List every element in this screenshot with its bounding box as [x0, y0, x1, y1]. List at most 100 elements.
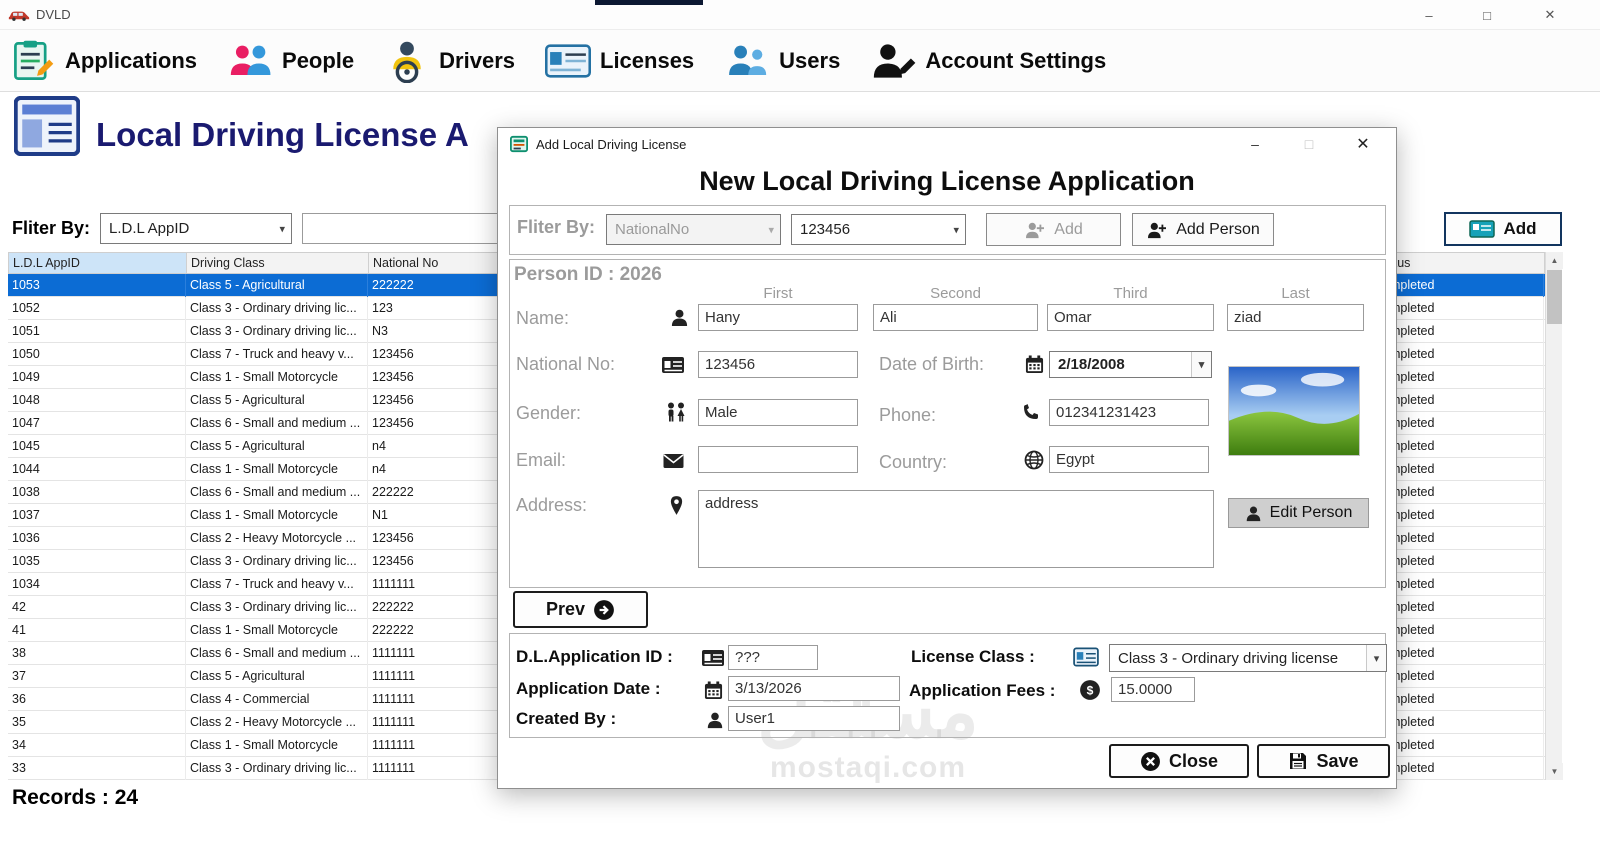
cell-app_id: 1051 — [8, 320, 186, 343]
cell-app_id: 1050 — [8, 343, 186, 366]
svg-text:$: $ — [1087, 683, 1094, 697]
records-count: Records : 24 — [12, 786, 139, 809]
last-name-field[interactable]: ziad — [1227, 304, 1364, 331]
coin-icon: $ — [1079, 679, 1101, 701]
dialog-maximize-button[interactable]: □ — [1282, 128, 1336, 160]
application-date-field[interactable]: 3/13/2026 — [728, 676, 900, 701]
chevron-down-icon: ▾ — [953, 224, 959, 236]
application-id-field[interactable]: ??? — [728, 645, 818, 670]
dialog-add-button[interactable]: Add — [986, 213, 1121, 246]
dialog-heading: New Local Driving License Application — [699, 166, 1195, 196]
cell-app_id: 1044 — [8, 458, 186, 481]
cell-driving_class: Class 5 - Agricultural — [186, 435, 368, 458]
column-header[interactable]: L.D.L AppID — [9, 253, 187, 273]
person-photo — [1228, 366, 1360, 456]
second-name-field[interactable]: Ali — [873, 304, 1038, 331]
person-icon — [1245, 505, 1262, 522]
phone-icon — [1022, 403, 1042, 423]
cell-driving_class: Class 3 - Ordinary driving lic... — [186, 596, 368, 619]
created-by-field[interactable]: User1 — [728, 706, 900, 731]
dialog-add-button-label: Add — [1054, 220, 1083, 238]
licenses-icon — [545, 39, 591, 83]
prev-button[interactable]: Prev — [513, 591, 648, 628]
national-no-label: National No: — [516, 354, 616, 374]
cell-app_id: 1047 — [8, 412, 186, 435]
phone-field[interactable]: 012341231423 — [1049, 399, 1209, 426]
license-class-dropdown[interactable]: Class 3 - Ordinary driving license ▾ — [1109, 644, 1387, 672]
filter-mode-dropdown[interactable]: L.D.L AppID ▾ — [100, 213, 292, 244]
dialog-title: Add Local Driving License — [536, 137, 687, 152]
maximize-button[interactable]: □ — [1458, 0, 1516, 30]
dialog-close-icon[interactable]: ✕ — [1336, 128, 1390, 160]
page-title: Local Driving License A — [96, 116, 469, 153]
main-toolbar: Applications People Drivers Licenses Users Ac… — [0, 30, 1600, 92]
application-fees-label: Application Fees : — [909, 681, 1056, 700]
add-application-button[interactable]: Add — [1444, 212, 1562, 246]
save-button[interactable]: Save — [1257, 744, 1390, 778]
cell-driving_class: Class 2 - Heavy Motorcycle ... — [186, 527, 368, 550]
person-id-label: Person ID : 2026 — [514, 264, 662, 285]
application-fees-field[interactable]: 15.0000 — [1111, 677, 1195, 702]
filter-input[interactable] — [302, 213, 498, 244]
name-header-first: First — [763, 285, 793, 302]
add-person-button-label: Add Person — [1176, 220, 1260, 238]
envelope-icon — [662, 453, 685, 469]
cell-driving_class: Class 7 - Truck and heavy v... — [186, 573, 368, 596]
cell-driving_class: Class 1 - Small Motorcycle — [186, 458, 368, 481]
main-titlebar: DVLD – □ ✕ — [0, 0, 1600, 30]
vertical-scrollbar[interactable]: ▲ ▼ — [1545, 252, 1563, 780]
person-icon — [706, 711, 724, 729]
scroll-down-icon[interactable]: ▼ — [1546, 763, 1563, 780]
chevron-down-icon: ▾ — [1366, 645, 1386, 671]
applications-icon — [10, 39, 56, 83]
email-field[interactable] — [698, 446, 858, 473]
national-no-field[interactable]: 123456 — [698, 351, 858, 378]
created-by-label: Created By : — [516, 709, 617, 728]
name-label: Name: — [516, 308, 570, 328]
third-name-field[interactable]: Omar — [1047, 304, 1214, 331]
license-class-value: Class 3 - Ordinary driving license — [1118, 649, 1339, 667]
scrollbar-thumb[interactable] — [1547, 270, 1562, 324]
cell-driving_class: Class 5 - Agricultural — [186, 274, 368, 297]
toolbar-item-label: Users — [779, 47, 841, 73]
toolbar-item-account-settings[interactable]: Account Settings — [870, 39, 1106, 83]
id-card-icon — [701, 649, 725, 667]
address-label: Address: — [516, 495, 588, 515]
cell-app_id: 33 — [8, 757, 186, 780]
email-label: Email: — [516, 450, 567, 470]
column-header[interactable]: Driving Class — [187, 253, 369, 273]
first-name-field[interactable]: Hany — [698, 304, 858, 331]
calendar-icon — [1025, 355, 1044, 374]
cell-driving_class: Class 5 - Agricultural — [186, 389, 368, 412]
close-button[interactable]: ✕ — [1516, 0, 1584, 30]
column-header[interactable]: Status — [1371, 253, 1545, 273]
gender-field[interactable]: Male — [698, 399, 858, 426]
toolbar-item-label: Account Settings — [925, 47, 1107, 73]
calendar-icon — [704, 681, 723, 700]
add-person-button[interactable]: Add Person — [1132, 213, 1274, 246]
toolbar-item-label: Licenses — [600, 47, 695, 73]
dialog-filter-value-combo[interactable]: 123456 ▾ — [791, 214, 966, 245]
cell-driving_class: Class 3 - Ordinary driving lic... — [186, 320, 368, 343]
cell-driving_class: Class 1 - Small Motorcycle — [186, 734, 368, 757]
minimize-button[interactable]: – — [1400, 0, 1458, 30]
dialog-filter-label: Fliter By: — [517, 217, 596, 237]
toolbar-item-people[interactable]: People — [227, 39, 354, 83]
country-field[interactable]: Egypt — [1049, 446, 1209, 473]
address-field[interactable]: address — [698, 490, 1214, 568]
dialog-minimize-button[interactable]: – — [1228, 128, 1282, 160]
toolbar-item-licenses[interactable]: Licenses — [545, 39, 694, 83]
toolbar-item-applications[interactable]: Applications — [10, 39, 197, 83]
scroll-up-icon[interactable]: ▲ — [1546, 252, 1563, 269]
dialog-form-icon — [510, 135, 528, 153]
edit-person-button[interactable]: Edit Person — [1228, 498, 1369, 528]
toolbar-item-users[interactable]: Users — [724, 39, 840, 83]
toolbar-item-drivers[interactable]: Drivers — [384, 39, 515, 83]
cell-app_id: 1048 — [8, 389, 186, 412]
cell-app_id: 1049 — [8, 366, 186, 389]
dialog-titlebar: Add Local Driving License – □ ✕ — [498, 128, 1396, 160]
id-card-icon — [661, 356, 685, 374]
dialog-filter-mode-dropdown[interactable]: NationalNo ▾ — [606, 214, 781, 245]
date-of-birth-picker[interactable]: 2/18/2008 ▾ — [1049, 351, 1212, 378]
dialog-close-button[interactable]: Close — [1109, 744, 1249, 778]
